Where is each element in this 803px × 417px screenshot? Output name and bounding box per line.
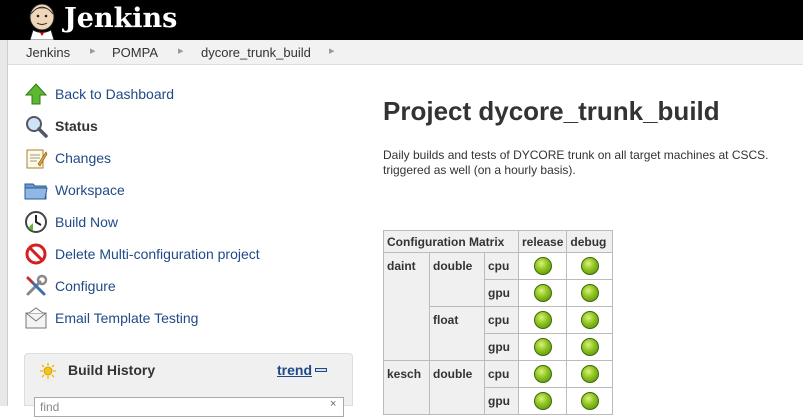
up-arrow-icon [24, 83, 48, 105]
page-title: Project dycore_trunk_build [383, 96, 720, 126]
window-edge [0, 40, 8, 406]
clear-search-icon[interactable]: × [330, 398, 336, 410]
breadcrumb-item-project[interactable]: dycore_trunk_build [201, 45, 311, 60]
success-ball-icon[interactable] [533, 365, 552, 383]
matrix-target-cell: gpu [484, 387, 519, 415]
success-ball-icon[interactable] [580, 257, 599, 275]
matrix-machine-cell: kesch [383, 360, 430, 415]
sun-icon [40, 363, 56, 379]
matrix-header-row: Configuration Matrix release debug [383, 230, 614, 253]
build-status-cell[interactable] [517, 360, 568, 388]
breadcrumb-item-pompa[interactable]: POMPA [112, 45, 158, 60]
matrix-machine-cell: daint [383, 252, 430, 361]
task-label: Delete Multi-configuration project [55, 246, 260, 262]
task-label: Configure [55, 278, 116, 294]
success-ball-icon[interactable] [533, 392, 552, 410]
success-ball-icon[interactable] [580, 338, 599, 356]
build-history-panel: Build History trend find × [24, 353, 353, 417]
no-entry-icon [25, 243, 47, 265]
build-history-search-input[interactable]: find [34, 397, 344, 417]
build-status-cell[interactable] [566, 333, 614, 361]
build-status-cell[interactable] [566, 306, 614, 334]
folder-icon [24, 183, 48, 200]
success-ball-icon[interactable] [580, 392, 599, 410]
matrix-target-cell: gpu [484, 333, 519, 361]
collapse-icon[interactable] [315, 368, 327, 372]
matrix-precision-cell: float [429, 306, 485, 361]
build-status-cell[interactable] [517, 279, 568, 307]
table-row: daint double cpu [383, 252, 614, 361]
build-status-cell[interactable] [517, 333, 568, 361]
wrench-screwdriver-icon [26, 274, 48, 296]
matrix-column-debug: debug [566, 230, 614, 253]
build-status-cell[interactable] [517, 387, 568, 415]
envelope-icon [25, 307, 47, 329]
matrix-precision-cell: double [429, 252, 485, 307]
header-bar: Jenkins [0, 0, 803, 40]
success-ball-icon[interactable] [580, 365, 599, 383]
breadcrumb-separator-icon[interactable]: ▸ [178, 44, 184, 57]
table-row: kesch double cpu [383, 360, 614, 415]
matrix-target-cell: gpu [484, 279, 519, 307]
notepad-icon [26, 149, 48, 169]
breadcrumb-item-jenkins[interactable]: Jenkins [26, 45, 70, 60]
build-history-title: Build History [68, 362, 156, 378]
success-ball-icon[interactable] [533, 284, 552, 302]
trend-link[interactable]: trend [277, 362, 312, 378]
build-status-cell[interactable] [566, 279, 614, 307]
task-label: Back to Dashboard [55, 86, 175, 102]
success-ball-icon[interactable] [533, 257, 552, 275]
clock-icon [25, 211, 47, 233]
matrix-column-release: release [517, 230, 568, 253]
matrix-target-cell: cpu [484, 360, 519, 388]
app-title[interactable]: Jenkins [64, 2, 177, 36]
matrix-header-label: Configuration Matrix [383, 230, 519, 253]
configuration-matrix: Configuration Matrix release debug daint… [383, 230, 614, 415]
task-label: Workspace [55, 182, 125, 198]
build-status-cell[interactable] [566, 387, 614, 415]
breadcrumb-separator-icon[interactable]: ▸ [90, 44, 96, 57]
success-ball-icon[interactable] [533, 311, 552, 329]
matrix-target-cell: cpu [484, 252, 519, 280]
success-ball-icon[interactable] [580, 311, 599, 329]
jenkins-butler-icon[interactable] [24, 2, 60, 40]
matrix-target-cell: cpu [484, 306, 519, 334]
task-label: Status [55, 118, 98, 134]
task-label: Email Template Testing [55, 310, 199, 326]
success-ball-icon[interactable] [533, 338, 552, 356]
project-description: Daily builds and tests of DYCORE trunk o… [383, 148, 769, 177]
success-ball-icon[interactable] [580, 284, 599, 302]
task-label: Changes [55, 150, 112, 166]
build-status-cell[interactable] [517, 252, 568, 280]
matrix-precision-cell: double [429, 360, 485, 415]
breadcrumb-separator-icon[interactable]: ▸ [329, 44, 335, 57]
build-status-cell[interactable] [517, 306, 568, 334]
breadcrumb: Jenkins ▸ POMPA ▸ dycore_trunk_build ▸ [8, 40, 803, 65]
build-status-cell[interactable] [566, 252, 614, 280]
build-status-cell[interactable] [566, 360, 614, 388]
task-label: Build Now [55, 214, 119, 230]
magnifier-icon [26, 116, 48, 138]
